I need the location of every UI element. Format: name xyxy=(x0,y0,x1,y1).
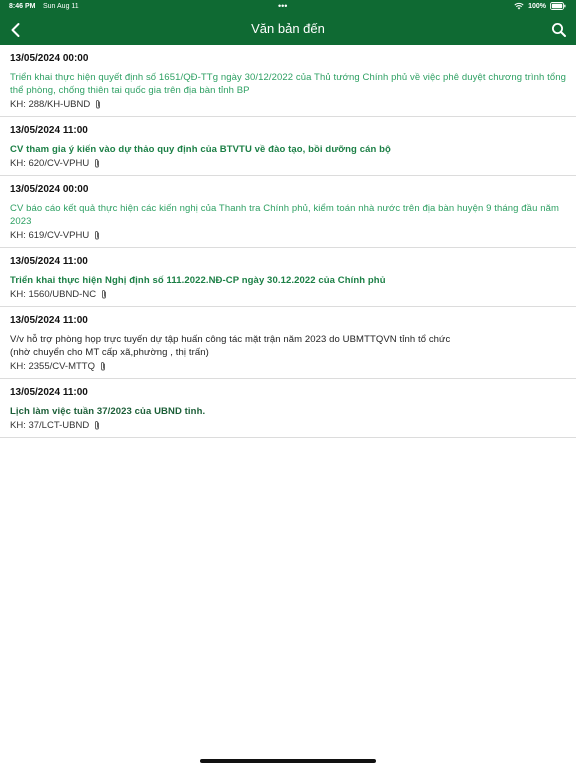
paperclip-icon xyxy=(93,158,101,169)
paperclip-icon xyxy=(100,289,108,300)
document-code: KH: 619/CV-VPHU xyxy=(10,230,90,241)
document-code: KH: 288/KH-UBND xyxy=(10,99,91,110)
document-item[interactable]: 13/05/2024 11:00 Triển khai thực hiện Ng… xyxy=(0,248,576,307)
page-title: Văn bản đến xyxy=(251,21,325,36)
document-title: CV tham gia ý kiến vào dự thảo quy định … xyxy=(10,144,391,155)
status-bar: 8:46 PM Sun Aug 11 ••• 100% xyxy=(0,0,576,14)
paperclip-icon xyxy=(93,420,101,431)
document-title: Lịch làm việc tuần 37/2023 của UBND tỉnh… xyxy=(10,406,206,417)
document-date: 13/05/2024 00:00 xyxy=(10,184,89,195)
document-code: KH: 1560/UBND-NC xyxy=(10,289,97,300)
battery-percent: 100% xyxy=(528,2,546,10)
document-title: CV báo cáo kết quả thực hiện các kiến ng… xyxy=(10,203,559,227)
document-meta: KH: 619/CV-VPHU xyxy=(10,229,566,242)
app-header: 8:46 PM Sun Aug 11 ••• 100% Văn bản đến xyxy=(0,0,576,45)
status-right: 100% xyxy=(514,2,566,10)
document-code: KH: 620/CV-VPHU xyxy=(10,158,90,169)
document-date: 13/05/2024 11:00 xyxy=(10,256,88,267)
paperclip-icon xyxy=(93,230,101,241)
search-button[interactable] xyxy=(550,21,568,39)
status-time: 8:46 PM xyxy=(9,3,36,10)
document-title: V/v hỗ trợ phòng họp trực tuyến dự tập h… xyxy=(10,334,451,358)
document-date: 13/05/2024 00:00 xyxy=(10,53,89,64)
document-meta: KH: 1560/UBND-NC xyxy=(10,288,566,301)
document-date: 13/05/2024 11:00 xyxy=(10,125,88,136)
multitasking-dots[interactable]: ••• xyxy=(278,1,287,11)
document-item[interactable]: 13/05/2024 11:00 V/v hỗ trợ phòng họp tr… xyxy=(0,307,576,379)
document-meta: KH: 620/CV-VPHU xyxy=(10,157,566,170)
document-item[interactable]: 13/05/2024 00:00 CV báo cáo kết quả thực… xyxy=(0,176,576,248)
document-meta: KH: 37/LCT-UBND xyxy=(10,419,566,432)
document-item[interactable]: 13/05/2024 00:00 Triển khai thực hiện qu… xyxy=(0,45,576,117)
document-code: KH: 37/LCT-UBND xyxy=(10,420,90,431)
document-list: 13/05/2024 00:00 Triển khai thực hiện qu… xyxy=(0,45,576,438)
document-meta: KH: 288/KH-UBND xyxy=(10,98,566,111)
home-indicator[interactable] xyxy=(200,759,376,763)
document-item[interactable]: 13/05/2024 11:00 Lịch làm việc tuần 37/2… xyxy=(0,379,576,438)
document-code: KH: 2355/CV-MTTQ xyxy=(10,361,95,372)
wifi-icon xyxy=(514,2,524,10)
document-meta: KH: 2355/CV-MTTQ xyxy=(10,360,566,373)
document-title: Triển khai thực hiện quyết định số 1651/… xyxy=(10,72,567,96)
paperclip-icon xyxy=(99,361,107,372)
status-date: Sun Aug 11 xyxy=(43,3,79,10)
document-date: 13/05/2024 11:00 xyxy=(10,315,88,326)
document-title: Triển khai thực hiện Nghị định số 111.20… xyxy=(10,275,386,286)
paperclip-icon xyxy=(94,99,102,110)
document-item[interactable]: 13/05/2024 11:00 CV tham gia ý kiến vào … xyxy=(0,117,576,176)
battery-icon xyxy=(550,2,566,10)
document-date: 13/05/2024 11:00 xyxy=(10,387,88,398)
nav-bar: Văn bản đến xyxy=(0,16,576,44)
search-icon xyxy=(550,23,568,43)
